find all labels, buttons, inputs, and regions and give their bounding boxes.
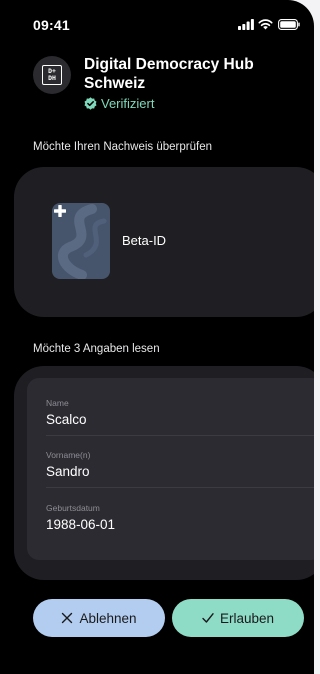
claim-divider [46,487,314,488]
status-time: 09:41 [33,17,70,33]
credential-panel: Beta-ID [14,167,314,317]
claims-panel: Name Scalco Vorname(n) Sandro Geburtsdat… [14,366,314,580]
claim-row-name: Name Scalco [46,390,314,436]
claim-divider [46,435,314,436]
credential-section-title: Möchte Ihren Nachweis überprüfen [33,141,212,153]
claim-label: Name [46,398,69,408]
claim-row-birthdate: Geburtsdatum 1988-06-01 [46,495,314,541]
plus-icon [54,205,66,217]
issuer-logo-mark: D+ DH [42,65,62,85]
wifi-icon [258,19,273,30]
allow-button-label: Erlauben [219,610,275,626]
issuer-logo: D+ DH [33,56,71,94]
close-icon [62,612,73,624]
claims-card: Name Scalco Vorname(n) Sandro Geburtsdat… [27,378,314,560]
reject-button-label: Ablehnen [79,610,137,626]
claim-label: Geburtsdatum [46,503,100,513]
signal-icon [238,19,254,30]
allow-button[interactable]: Erlauben [172,599,304,637]
status-icons [238,18,302,32]
verified-label: Verifiziert [101,96,155,111]
status-bar: 09:41 [0,0,314,50]
issuer-name: Digital Democracy Hub Schweiz [84,56,254,92]
reject-button[interactable]: Ablehnen [33,599,165,637]
phone-screen: 09:41 D+ DH Digital Democracy Hub Schweiz [0,0,314,674]
claim-label: Vorname(n) [46,450,91,460]
claim-value: Sandro [46,464,90,479]
claim-value: 1988-06-01 [46,517,116,532]
claims-section-title: Möchte 3 Angaben lesen [33,343,160,355]
checkmark-icon [202,613,214,623]
verified-check-icon [84,97,97,110]
credential-name: Beta-ID [122,233,167,248]
credential-thumbnail [52,203,110,279]
battery-icon [278,19,300,30]
claim-row-first-names: Vorname(n) Sandro [46,442,314,488]
claim-value: Scalco [46,412,87,427]
